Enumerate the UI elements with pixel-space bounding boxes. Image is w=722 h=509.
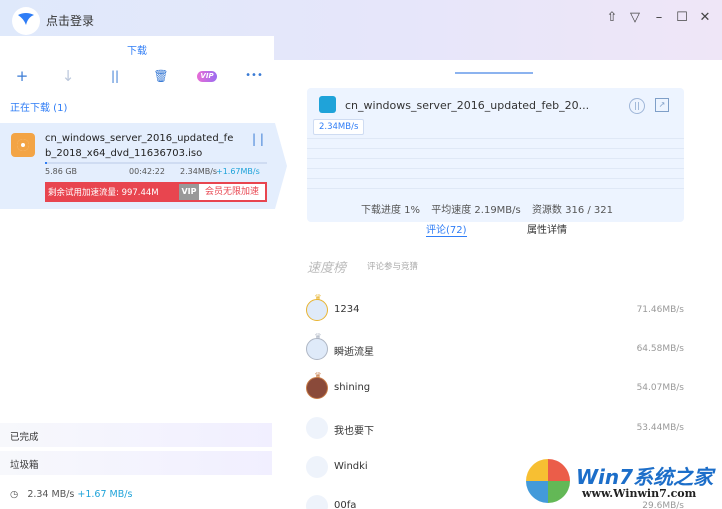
close-icon[interactable]: ✕ xyxy=(698,10,712,25)
avg-speed-label: 平均速度 2.19MB/s xyxy=(431,205,521,216)
task-file-name: cn_windows_server_2016_updated_fe b_2018… xyxy=(45,133,234,159)
watermark: Win7系统之家 www.Winwin7.com xyxy=(526,457,722,509)
progress-label: 下载进度 1% xyxy=(361,205,421,216)
detail-pause-button[interactable]: || xyxy=(629,98,645,114)
menu-icon[interactable]: ▽ xyxy=(628,10,642,25)
maximize-icon[interactable]: ☐ xyxy=(675,10,689,25)
task-bonus-speed: +1.67MB/s xyxy=(216,167,260,176)
windows-logo-icon xyxy=(526,459,570,503)
trial-text: 剩余试用加速流量: 997.44M xyxy=(48,188,159,198)
clock-icon: ◷ xyxy=(10,489,19,500)
download-icon[interactable]: ↓ xyxy=(58,67,78,85)
peer-name: 瞬逝流星 xyxy=(334,347,374,358)
speed-ranking-subtitle[interactable]: 评论参与竞猜 xyxy=(367,260,418,272)
avatar: ♛ xyxy=(306,294,328,321)
peer-row: ♛ shining 54.07MB/s xyxy=(306,372,684,401)
crown-icon: ♛ xyxy=(314,293,322,302)
crown-icon: ♛ xyxy=(314,371,322,380)
avatar xyxy=(306,456,328,478)
avatar xyxy=(306,417,328,439)
peer-name: 我也要下 xyxy=(334,426,374,437)
peer-speed: 53.44MB/s xyxy=(636,423,684,433)
tab-properties[interactable]: 属性详情 xyxy=(527,221,567,236)
speed-ranking-title: 速度榜 xyxy=(307,261,347,276)
footer-speed-value: 2.34 MB/s xyxy=(27,489,75,500)
downloading-section-label[interactable]: 正在下载 (1) xyxy=(10,99,67,114)
vip-tag: VIP xyxy=(179,184,199,200)
peer-name: 1234 xyxy=(334,304,360,315)
top-tab-indicator xyxy=(455,72,533,74)
sidebar-item-trash[interactable]: 垃圾箱 xyxy=(0,451,272,475)
toolbar: + ↓ || 🗑 VIP ••• xyxy=(0,67,274,87)
task-detail-card: cn_windows_server_2016_updated_feb_20...… xyxy=(307,88,684,222)
task-pause-icon[interactable]: | | xyxy=(252,132,264,146)
sidebar-item-completed[interactable]: 已完成 xyxy=(0,423,272,447)
peer-row: 我也要下 53.44MB/s xyxy=(306,417,684,441)
trash-label: 垃圾箱 xyxy=(10,460,39,471)
app-logo-icon xyxy=(12,7,40,35)
disc-image-icon xyxy=(11,133,35,157)
peer-row: ♛ 1234 71.46MB/s xyxy=(306,294,684,323)
avatar: ♛ xyxy=(306,333,328,360)
task-size: 5.86 GB xyxy=(45,167,78,176)
peer-name: shining xyxy=(334,382,371,393)
watermark-url: www.Winwin7.com xyxy=(582,487,697,500)
detail-file-title: cn_windows_server_2016_updated_feb_20... xyxy=(345,99,590,112)
vip-icon[interactable]: VIP xyxy=(197,71,217,82)
peer-speed: 64.58MB/s xyxy=(636,344,684,354)
crown-icon: ♛ xyxy=(314,332,322,341)
add-task-icon[interactable]: + xyxy=(12,67,32,85)
login-link[interactable]: 点击登录 xyxy=(46,12,94,29)
avatar xyxy=(306,495,328,509)
task-row[interactable]: cn_windows_server_2016_updated_fe b_2018… xyxy=(0,123,287,209)
tab-download[interactable]: 下载 xyxy=(0,36,274,60)
pause-all-icon[interactable]: || xyxy=(105,69,125,83)
footer-bonus-speed: +1.67 MB/s xyxy=(77,489,133,500)
tab-download-label: 下载 xyxy=(127,46,147,57)
peer-name: 00fa xyxy=(334,500,357,509)
peer-speed: 71.46MB/s xyxy=(636,305,684,315)
avatar: ♛ xyxy=(306,372,328,399)
task-eta: 00:42:22 xyxy=(129,167,165,176)
speed-graph xyxy=(307,138,684,198)
watermark-title: Win7系统之家 xyxy=(576,465,714,489)
vip-unlimited-button[interactable]: 会员无限加速 xyxy=(199,184,265,200)
peer-speed: 54.07MB/s xyxy=(636,383,684,393)
footer-speed: ◷ 2.34 MB/s +1.67 MB/s xyxy=(10,489,132,500)
delete-icon[interactable]: 🗑 xyxy=(151,69,171,83)
tab-comments[interactable]: 评论(72) xyxy=(426,221,467,237)
skin-icon[interactable]: ⇧ xyxy=(605,10,619,25)
task-speed: 2.34MB/s xyxy=(180,167,218,176)
open-folder-icon[interactable]: ↗ xyxy=(655,98,669,112)
current-speed-label: 2.34MB/s xyxy=(313,119,365,135)
more-icon[interactable]: ••• xyxy=(244,70,264,81)
minimize-icon[interactable]: – xyxy=(652,10,666,25)
task-progress-bar xyxy=(45,162,267,164)
sources-label: 资源数 316 / 321 xyxy=(531,205,614,216)
peer-name: Windki xyxy=(334,461,368,472)
settings-file-icon xyxy=(319,96,336,113)
trial-acceleration-bar: 剩余试用加速流量: 997.44M VIP 会员无限加速 xyxy=(45,182,267,202)
detail-stats: 下载进度 1% 平均速度 2.19MB/s 资源数 316 / 321 xyxy=(361,201,621,216)
completed-label: 已完成 xyxy=(10,432,39,443)
peer-row: ♛ 瞬逝流星 64.58MB/s xyxy=(306,333,684,362)
